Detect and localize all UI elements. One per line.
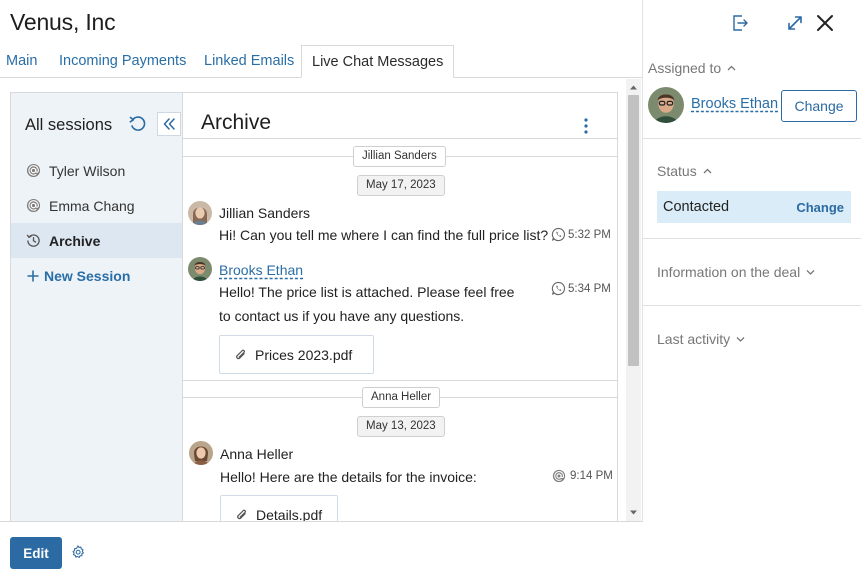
page-title: Venus, Inc <box>10 9 116 35</box>
group-divider <box>183 380 617 381</box>
assigned-to-label: Assigned to <box>648 60 722 76</box>
date-pill: May 17, 2023 <box>357 175 445 196</box>
live-chat-widget: All sessions Tyler Wilson Emma Chang Arc… <box>10 92 618 521</box>
sessions-title: All sessions <box>25 116 113 134</box>
date-pill: May 13, 2023 <box>357 416 445 437</box>
chevron-down-icon <box>806 270 815 275</box>
history-icon <box>25 233 41 249</box>
footer-bar: Edit <box>0 521 643 576</box>
message-text: Hi! Can you tell me where I can find the… <box>219 227 549 243</box>
session-label: Tyler Wilson <box>49 162 126 179</box>
status-label: Status <box>657 163 697 179</box>
whatsapp-icon <box>551 227 566 242</box>
scroll-down-icon[interactable] <box>629 508 638 517</box>
edit-button[interactable]: Edit <box>10 537 62 569</box>
session-item-tyler-wilson[interactable]: Tyler Wilson <box>11 153 182 188</box>
message-author-link[interactable]: Brooks Ethan <box>219 262 303 278</box>
message-time: 9:14 PM <box>570 470 613 482</box>
session-label: Archive <box>49 232 101 249</box>
tab-live-chat-messages[interactable]: Live Chat Messages <box>301 45 455 78</box>
chat-panel: Archive Jillian Sanders May 17, 2023 Jil… <box>183 93 617 521</box>
avatar <box>188 201 212 225</box>
panel-divider <box>643 238 861 239</box>
tab-linked-emails[interactable]: Linked Emails <box>204 45 294 78</box>
tab-main[interactable]: Main <box>6 45 37 78</box>
last-activity-label: Last activity <box>657 331 731 347</box>
participant-pill: Anna Heller <box>362 387 441 408</box>
attachment-name: Details.pdf <box>256 506 323 522</box>
message-author: Jillian Sanders <box>219 205 311 221</box>
session-label: New Session <box>44 267 131 284</box>
message-text: Hello! The price list is attached. Pleas… <box>219 284 515 300</box>
panel-divider <box>643 305 861 306</box>
attachment-name: Prices 2023.pdf <box>255 346 353 363</box>
message-text: Hello! Here are the details for the invo… <box>220 469 477 485</box>
message-time: 5:32 PM <box>568 228 611 241</box>
new-session-button[interactable]: New Session <box>11 258 182 293</box>
paperclip-icon <box>235 508 249 522</box>
assignee-link[interactable]: Brooks Ethan <box>691 96 778 112</box>
tab-bar: Main Incoming Payments Linked Emails Liv… <box>0 45 642 78</box>
at-icon <box>25 163 41 179</box>
attachment-details[interactable]: Details.pdf <box>220 495 338 521</box>
gear-icon[interactable] <box>71 545 85 559</box>
assignee-avatar <box>648 87 684 123</box>
avatar <box>188 257 212 281</box>
session-item-emma-chang[interactable]: Emma Chang <box>11 188 182 223</box>
status-value: Contacted <box>663 199 730 215</box>
message-author: Anna Heller <box>220 446 294 462</box>
change-status-button[interactable]: Change <box>796 200 844 215</box>
session-label: Emma Chang <box>49 197 135 214</box>
record-main-area: Venus, Inc Main Incoming Payments Linked… <box>0 0 643 576</box>
at-icon <box>25 198 41 214</box>
status-toggle[interactable]: Status <box>657 163 712 179</box>
last-activity-toggle[interactable]: Last activity <box>657 331 745 347</box>
tab-incoming-payments[interactable]: Incoming Payments <box>59 45 186 78</box>
chevron-up-icon <box>727 65 736 71</box>
whatsapp-icon <box>551 281 566 296</box>
session-item-archive[interactable]: Archive <box>11 223 182 258</box>
double-chevron-left-icon <box>163 118 175 130</box>
at-icon <box>552 469 566 483</box>
plus-icon <box>25 268 41 284</box>
assigned-to-toggle[interactable]: Assigned to <box>648 60 736 76</box>
message-time: 5:34 PM <box>568 282 611 295</box>
header-divider <box>183 138 617 139</box>
more-vertical-icon[interactable] <box>579 117 593 135</box>
collapse-sidebar-button[interactable] <box>157 112 181 136</box>
deal-info-toggle[interactable]: Information on the deal <box>657 264 815 280</box>
deal-info-label: Information on the deal <box>657 264 801 280</box>
message-meta: 9:14 PM <box>552 469 613 483</box>
status-field: Contacted Change <box>657 191 851 223</box>
close-icon[interactable] <box>814 12 836 34</box>
message-meta: 5:32 PM <box>551 227 611 242</box>
export-icon[interactable] <box>729 12 751 34</box>
panel-divider <box>643 138 861 139</box>
refresh-icon[interactable] <box>128 114 148 134</box>
chevron-up-icon <box>703 168 712 174</box>
scroll-up-icon[interactable] <box>629 83 638 92</box>
chevron-down-icon <box>736 337 745 342</box>
chat-title: Archive <box>201 111 272 134</box>
scroll-thumb[interactable] <box>628 95 639 366</box>
attachment-prices-2023[interactable]: Prices 2023.pdf <box>219 335 374 374</box>
expand-icon[interactable] <box>784 12 806 34</box>
paperclip-icon <box>234 348 248 362</box>
avatar <box>189 441 213 465</box>
message-text: to contact us if you have any questions. <box>219 308 465 324</box>
participant-pill: Jillian Sanders <box>353 146 446 167</box>
message-meta: 5:34 PM <box>551 281 611 296</box>
sessions-sidebar: All sessions Tyler Wilson Emma Chang Arc… <box>11 93 183 521</box>
change-assignee-button[interactable]: Change <box>781 90 857 122</box>
chat-scrollbar[interactable] <box>626 79 641 521</box>
